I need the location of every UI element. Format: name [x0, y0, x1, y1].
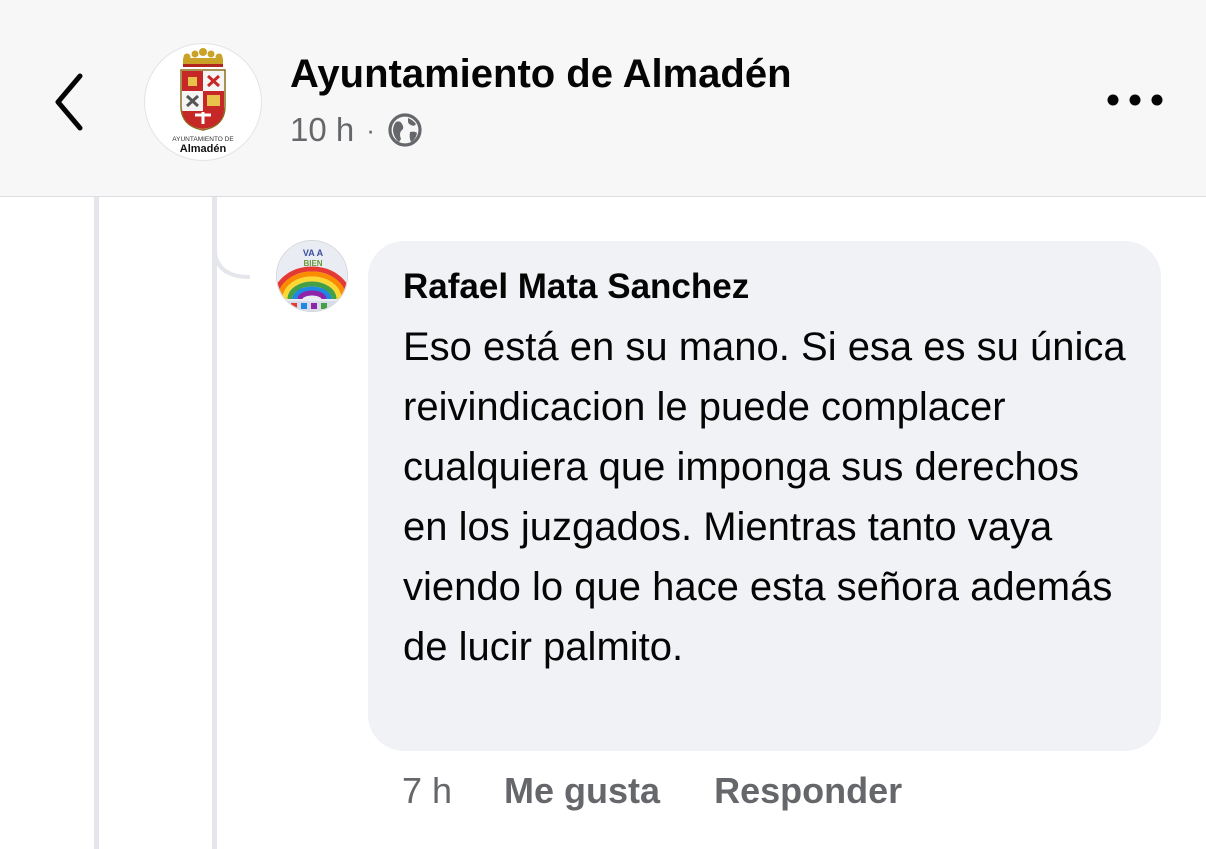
comment-bubble: Rafael Mata Sanchez Eso está en su mano.… [368, 241, 1161, 751]
rainbow-drawing-avatar: VA A BIEN [277, 241, 347, 311]
avatar-text-line1: VA A [303, 248, 324, 258]
comment-actions: 7 h Me gusta Responder [402, 768, 956, 814]
meta-separator: · [366, 114, 375, 145]
reply-button[interactable]: Responder [714, 770, 902, 812]
reply-connector [212, 197, 251, 279]
comment-author[interactable]: Rafael Mata Sanchez [403, 263, 1131, 311]
thread-line [94, 197, 99, 849]
page-name[interactable]: Ayuntamiento de Almadén [290, 52, 792, 97]
logo-label-big: Almadén [180, 143, 227, 155]
logo-label-small: AYUNTAMIENTO DE [172, 136, 234, 143]
coat-of-arms-logo: AYUNTAMIENTO DE Almadén [172, 48, 234, 155]
post-header: AYUNTAMIENTO DE Almadén Ayuntamiento de … [0, 0, 1206, 197]
more-options-button[interactable] [1100, 80, 1170, 120]
thread-line [212, 197, 217, 849]
post-time[interactable]: 10 h [290, 111, 354, 149]
more-horizontal-icon [1107, 94, 1163, 106]
like-button[interactable]: Me gusta [504, 770, 660, 812]
comment-time[interactable]: 7 h [402, 770, 452, 812]
globe-icon[interactable] [387, 112, 423, 148]
commenter-avatar[interactable]: VA A BIEN [276, 240, 348, 312]
comment-text: Eso está en su mano. Si esa es su única … [403, 325, 1126, 669]
chevron-left-icon [55, 73, 83, 131]
back-button[interactable] [40, 62, 100, 142]
post-meta: 10 h · [290, 110, 423, 150]
page-avatar[interactable]: AYUNTAMIENTO DE Almadén [144, 43, 262, 161]
